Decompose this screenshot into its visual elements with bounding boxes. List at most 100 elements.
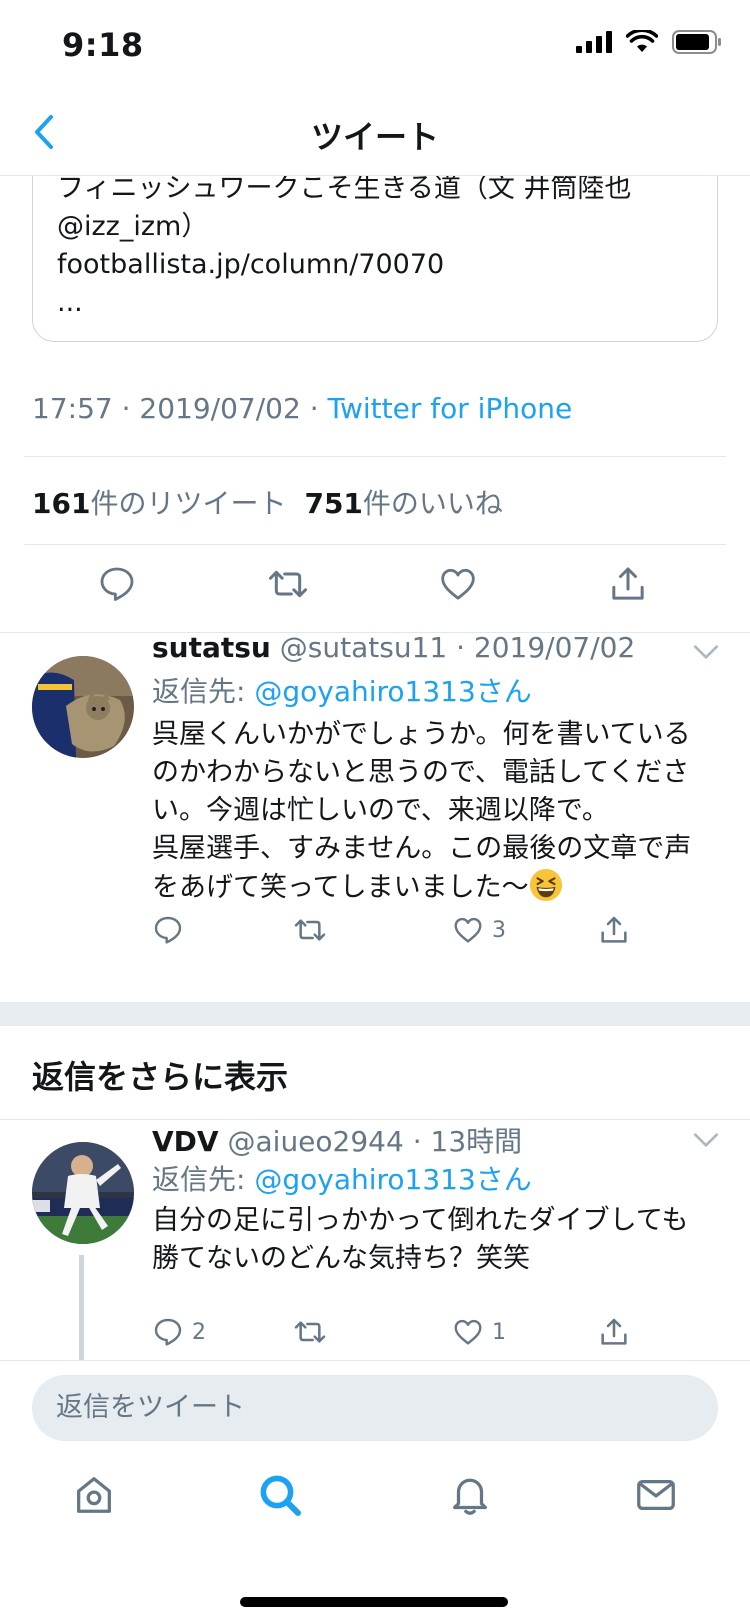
reply-composer-input[interactable]: 返信をツイート xyxy=(32,1375,718,1441)
wifi-icon xyxy=(626,30,658,52)
heart-icon xyxy=(454,1319,482,1345)
tweet-source-link[interactable]: Twitter for iPhone xyxy=(328,392,573,425)
like-count: 3 xyxy=(492,917,506,943)
reply-to-handle[interactable]: @goyahiro1313さん xyxy=(254,1163,531,1196)
section-separator xyxy=(0,1002,750,1026)
meta-separator: · xyxy=(412,1125,422,1158)
divider xyxy=(24,456,726,457)
card-title-line-2: @izz_izm） xyxy=(57,211,209,242)
reply-date: 2019/07/02 xyxy=(473,631,636,664)
reply-text-line: のかわからないと思うので、電話してくださ xyxy=(152,757,690,788)
retweet-button[interactable] xyxy=(264,560,312,608)
bottom-bar: 返信をツイート xyxy=(0,1360,750,1624)
heart-icon xyxy=(441,568,475,600)
share-icon xyxy=(612,567,644,600)
chevron-down-icon[interactable] xyxy=(690,636,722,668)
share-icon xyxy=(601,1318,627,1345)
reply-action-bar: 3 xyxy=(152,914,712,954)
retweet-icon xyxy=(294,1321,326,1343)
cellular-signal-icon xyxy=(576,31,612,53)
show-more-replies-link[interactable]: 返信をさらに表示 xyxy=(32,1052,288,1098)
reply-text-line: 自分の足に引っかかって倒れたダイブしても xyxy=(152,1205,689,1236)
reply-text-line: い。今週は忙しいので、来週以降で。 xyxy=(152,795,609,826)
like-button[interactable]: 1 xyxy=(452,1316,506,1348)
home-indicator[interactable] xyxy=(240,1597,508,1607)
avatar-image xyxy=(32,1142,134,1244)
tab-messages[interactable] xyxy=(626,1465,686,1525)
tab-bar xyxy=(0,1465,750,1545)
grinning-squinting-face-icon xyxy=(529,868,562,902)
reply-button[interactable] xyxy=(152,914,192,946)
reply-button[interactable]: 2 xyxy=(152,1316,206,1348)
tweet-stats: 161件のリツイート 751件のいいね xyxy=(32,482,503,522)
share-icon xyxy=(601,916,627,943)
thread-connector xyxy=(79,1255,84,1360)
tweet-action-bar xyxy=(0,560,750,622)
reply-tweet[interactable]: sutatsu @sutatsu11 · 2019/07/02 返信先: @go… xyxy=(0,632,750,1002)
card-url: footballista.jp/column/70070 xyxy=(57,249,445,280)
divider xyxy=(24,544,726,545)
chevron-down-icon[interactable] xyxy=(690,1124,722,1156)
avatar[interactable] xyxy=(32,656,134,758)
display-name[interactable]: sutatsu xyxy=(152,631,271,664)
reply-text-line: 呉屋選手、すみません。この最後の文章で声 xyxy=(152,833,692,864)
retweets-label: 件のリツイート xyxy=(90,487,287,520)
status-time: 9:18 xyxy=(62,26,144,64)
tab-home[interactable] xyxy=(64,1465,124,1525)
avatar-image xyxy=(32,656,134,758)
reply-header: sutatsu @sutatsu11 · 2019/07/02 xyxy=(152,632,635,664)
reply-time: 13時間 xyxy=(430,1125,523,1158)
like-button[interactable]: 3 xyxy=(452,914,506,946)
reply-action-bar: 2 1 xyxy=(152,1316,712,1356)
reply-text-line: 勝てないのどんな気持ち？笑笑 xyxy=(152,1243,530,1274)
search-icon xyxy=(260,1475,301,1516)
tweet-time: 17:57 xyxy=(32,392,113,425)
user-handle[interactable]: @sutatsu11 xyxy=(280,631,447,664)
retweet-icon xyxy=(294,919,326,941)
quoted-link-card[interactable]: フィニッシュワークこそ生きる道（文 井筒陸也 @izz_izm） footbal… xyxy=(32,150,718,342)
reply-icon xyxy=(100,567,134,601)
reply-body: 自分の足に引っかかって倒れたダイブしても 勝てないのどんな気持ち？笑笑 xyxy=(152,1202,722,1278)
reply-to-line: 返信先: @goyahiro1313さん xyxy=(152,670,532,710)
meta-separator: · xyxy=(456,631,466,664)
messages-icon xyxy=(637,1479,675,1511)
notifications-icon xyxy=(453,1478,487,1515)
tab-search[interactable] xyxy=(250,1465,310,1525)
like-count: 1 xyxy=(492,1319,506,1345)
reply-count: 2 xyxy=(192,1319,206,1345)
reply-icon xyxy=(154,916,182,944)
tweet-date: 2019/07/02 xyxy=(139,392,301,425)
retweet-icon xyxy=(269,570,307,598)
tab-notifications[interactable] xyxy=(440,1465,500,1525)
likes-count: 751 xyxy=(304,487,363,520)
heart-icon xyxy=(454,917,482,943)
share-button[interactable] xyxy=(604,560,652,608)
retweet-button[interactable] xyxy=(292,1316,336,1348)
like-button[interactable] xyxy=(434,560,482,608)
avatar[interactable] xyxy=(32,1142,134,1244)
share-button[interactable] xyxy=(598,1316,630,1348)
meta-separator: · xyxy=(121,392,131,425)
reply-tweet[interactable]: VDV @aiueo2944 · 13時間 返信先: @goyahiro1313… xyxy=(0,1120,750,1360)
retweet-button[interactable] xyxy=(292,914,336,946)
reply-to-handle[interactable]: @goyahiro1313さん xyxy=(254,675,531,708)
meta-separator: · xyxy=(309,392,319,425)
tweet-timestamp: 17:57 · 2019/07/02 · Twitter for iPhone xyxy=(32,392,572,425)
reply-body: 呉屋くんいかがでしょうか。何を書いている のかわからないと思うので、電話してくだ… xyxy=(152,716,722,907)
likes-label: 件のいいね xyxy=(362,487,503,520)
page-title: ツイート xyxy=(310,118,439,156)
home-icon xyxy=(77,1477,111,1513)
reply-button[interactable] xyxy=(93,560,141,608)
reply-to-line: 返信先: @goyahiro1313さん xyxy=(152,1158,532,1198)
user-handle[interactable]: @aiueo2944 xyxy=(228,1125,404,1158)
battery-icon xyxy=(672,30,721,54)
retweets-count: 161 xyxy=(32,487,91,520)
reply-text-line: をあげて笑ってしまいました〜 xyxy=(152,868,722,907)
retweets-stat[interactable]: 161件のリツイート xyxy=(32,487,286,520)
card-ellipsis: ... xyxy=(57,287,83,318)
display-name[interactable]: VDV xyxy=(152,1125,219,1158)
share-button[interactable] xyxy=(598,914,630,946)
likes-stat[interactable]: 751件のいいね xyxy=(304,487,502,520)
reply-icon xyxy=(154,1318,182,1346)
status-icons xyxy=(576,30,722,54)
